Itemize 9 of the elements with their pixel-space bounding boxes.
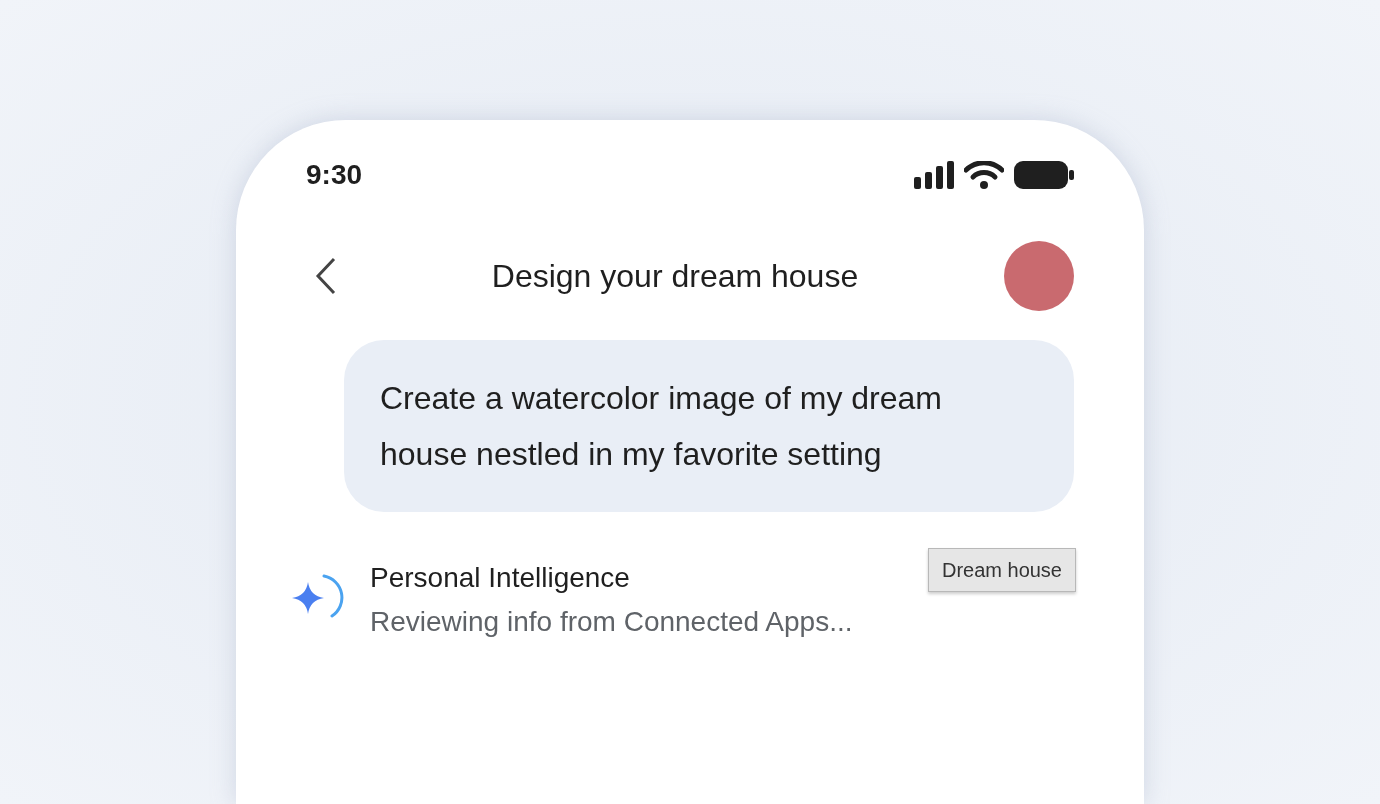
conversation-title: Design your dream house bbox=[491, 257, 859, 296]
wifi-icon bbox=[964, 161, 1004, 189]
user-message-text: Create a watercolor image of my dream house nestled in my favorite setting bbox=[380, 379, 943, 474]
battery-icon bbox=[1014, 160, 1074, 190]
tooltip: Dream house bbox=[927, 548, 1076, 592]
status-time: 9:30 bbox=[306, 158, 363, 192]
response-status: Reviewing info from Connected Apps... bbox=[370, 605, 853, 639]
response-title: Personal Intelligence bbox=[370, 561, 631, 595]
signal-icon bbox=[914, 161, 954, 189]
